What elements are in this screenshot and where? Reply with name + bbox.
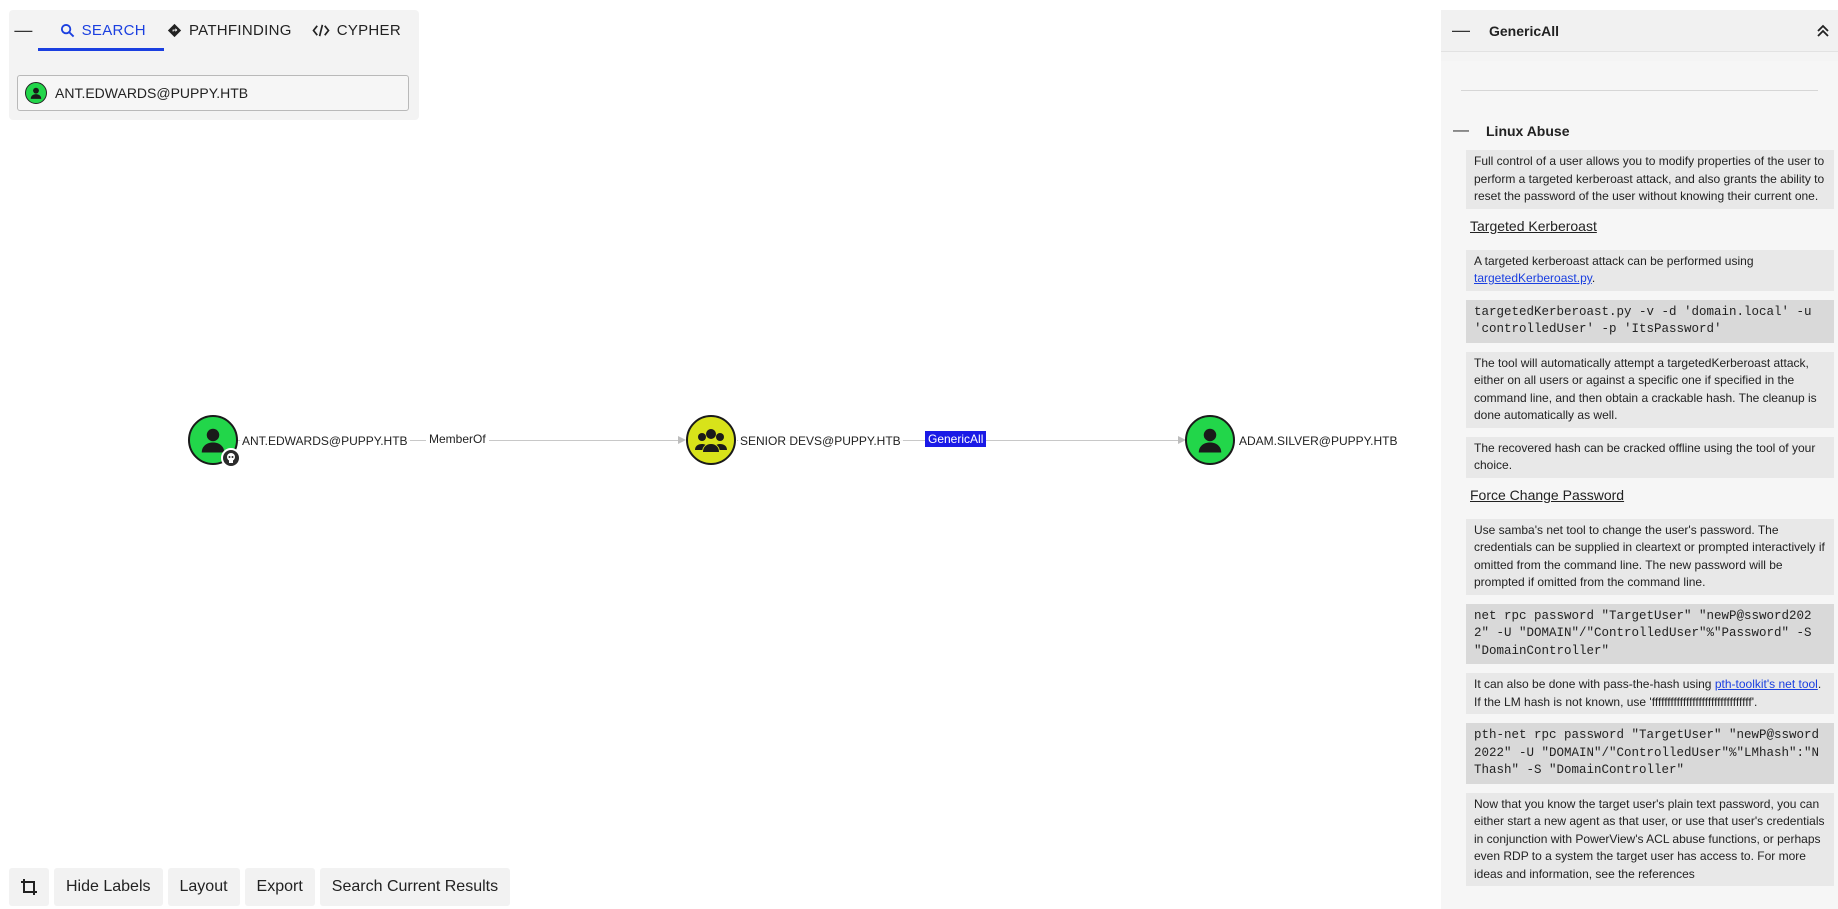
edge-info-panel: — GenericAll — Linux Abuse Full control … xyxy=(1441,10,1838,909)
code-block-net-rpc: net rpc password "TargetUser" "newP@sswo… xyxy=(1466,603,1834,664)
user-icon xyxy=(25,82,47,104)
paragraph-text: A targeted kerberoast attack can be perf… xyxy=(1474,253,1754,268)
collapse-section-button[interactable]: — xyxy=(1441,122,1481,140)
owned-badge-icon xyxy=(221,448,241,468)
tab-pathfinding[interactable]: PATHFINDING xyxy=(164,10,310,51)
section-content: Full control of a user allows you to mod… xyxy=(1466,150,1834,895)
search-tabs: — SEARCH PATHFINDING CYPHER xyxy=(9,10,419,51)
paragraph-next-steps: Now that you know the target user's plai… xyxy=(1466,792,1834,886)
collapse-panel-button[interactable]: — xyxy=(1441,20,1481,41)
chevron-double-up-icon xyxy=(1817,24,1829,37)
section-title: Linux Abuse xyxy=(1486,123,1570,139)
paragraph-intro: Full control of a user allows you to mod… xyxy=(1466,150,1834,209)
paragraph-crack-offline: The recovered hash can be cracked offlin… xyxy=(1466,436,1834,478)
paragraph-tool-auto: The tool will automatically attempt a ta… xyxy=(1466,351,1834,428)
paragraph-pth: It can also be done with pass-the-hash u… xyxy=(1466,673,1834,714)
search-icon xyxy=(60,23,74,38)
tab-cypher-label: CYPHER xyxy=(336,22,401,39)
search-input[interactable] xyxy=(53,84,397,102)
node-label-senior-devs: SENIOR DEVS@PUPPY.HTB xyxy=(738,433,903,449)
edge-label-memberof[interactable]: MemberOf xyxy=(426,431,489,447)
edge-memberof-arrow xyxy=(678,436,686,444)
subheading-force-change-password: Force Change Password xyxy=(1470,486,1625,503)
user-icon xyxy=(1198,428,1222,453)
pathfinding-icon xyxy=(167,23,182,38)
node-label-adam-silver: ADAM.SILVER@PUPPY.HTB xyxy=(1237,433,1400,449)
hide-labels-button[interactable]: Hide Labels xyxy=(54,868,163,906)
code-block-pth-net: pth-net rpc password "TargetUser" "newP@… xyxy=(1466,723,1834,784)
minus-icon: — xyxy=(1453,122,1469,139)
paragraph-kerberoast: A targeted kerberoast attack can be perf… xyxy=(1466,249,1834,291)
tab-search-label: SEARCH xyxy=(81,22,146,39)
minus-icon: — xyxy=(1452,20,1470,40)
crop-button[interactable] xyxy=(9,868,49,906)
layout-button[interactable]: Layout xyxy=(167,868,240,906)
collapse-search-button[interactable]: — xyxy=(9,10,38,51)
node-label-ant-edwards: ANT.EDWARDS@PUPPY.HTB xyxy=(240,433,410,449)
subheading-targeted-kerberoast: Targeted Kerberoast xyxy=(1470,217,1597,234)
search-panel: — SEARCH PATHFINDING CYPHER xyxy=(9,10,419,120)
search-field[interactable] xyxy=(17,75,409,111)
paragraph-samba: Use samba's net tool to change the user'… xyxy=(1466,518,1834,595)
tab-pathfinding-label: PATHFINDING xyxy=(188,22,292,39)
graph-toolbar: Hide Labels Layout Export Search Current… xyxy=(9,868,511,906)
node-group-senior-devs[interactable] xyxy=(686,415,736,465)
node-user-adam-silver[interactable] xyxy=(1185,415,1235,465)
paragraph-text: . xyxy=(1591,271,1596,285)
panel-header: — GenericAll xyxy=(1441,10,1838,52)
code-icon xyxy=(312,24,330,37)
targetedkerberoast-link[interactable]: targetedKerberoast.py xyxy=(1474,271,1592,285)
panel-title: GenericAll xyxy=(1489,22,1560,39)
graph-canvas[interactable]: MemberOf GenericAll ANT.EDWARDS@PUPPY.HT… xyxy=(0,0,1440,909)
collapse-all-button[interactable] xyxy=(1808,24,1838,38)
tab-cypher[interactable]: CYPHER xyxy=(310,10,419,51)
crop-icon xyxy=(21,879,37,895)
code-block-kerberoast: targetedKerberoast.py -v -d 'domain.loca… xyxy=(1466,299,1834,343)
edge-label-genericall[interactable]: GenericAll xyxy=(925,431,987,447)
export-button[interactable]: Export xyxy=(244,868,315,906)
minus-icon: — xyxy=(14,20,33,40)
search-current-results-button[interactable]: Search Current Results xyxy=(319,868,511,906)
divider xyxy=(1461,90,1818,91)
tab-search[interactable]: SEARCH xyxy=(37,10,164,51)
paragraph-text: It can also be done with pass-the-hash u… xyxy=(1474,677,1715,691)
pth-toolkit-link[interactable]: pth-toolkit's net tool xyxy=(1715,677,1818,691)
section-linux-abuse-header[interactable]: — Linux Abuse xyxy=(1441,114,1570,148)
panel-body[interactable]: — Linux Abuse Full control of a user all… xyxy=(1441,61,1838,909)
group-icon xyxy=(695,429,727,452)
